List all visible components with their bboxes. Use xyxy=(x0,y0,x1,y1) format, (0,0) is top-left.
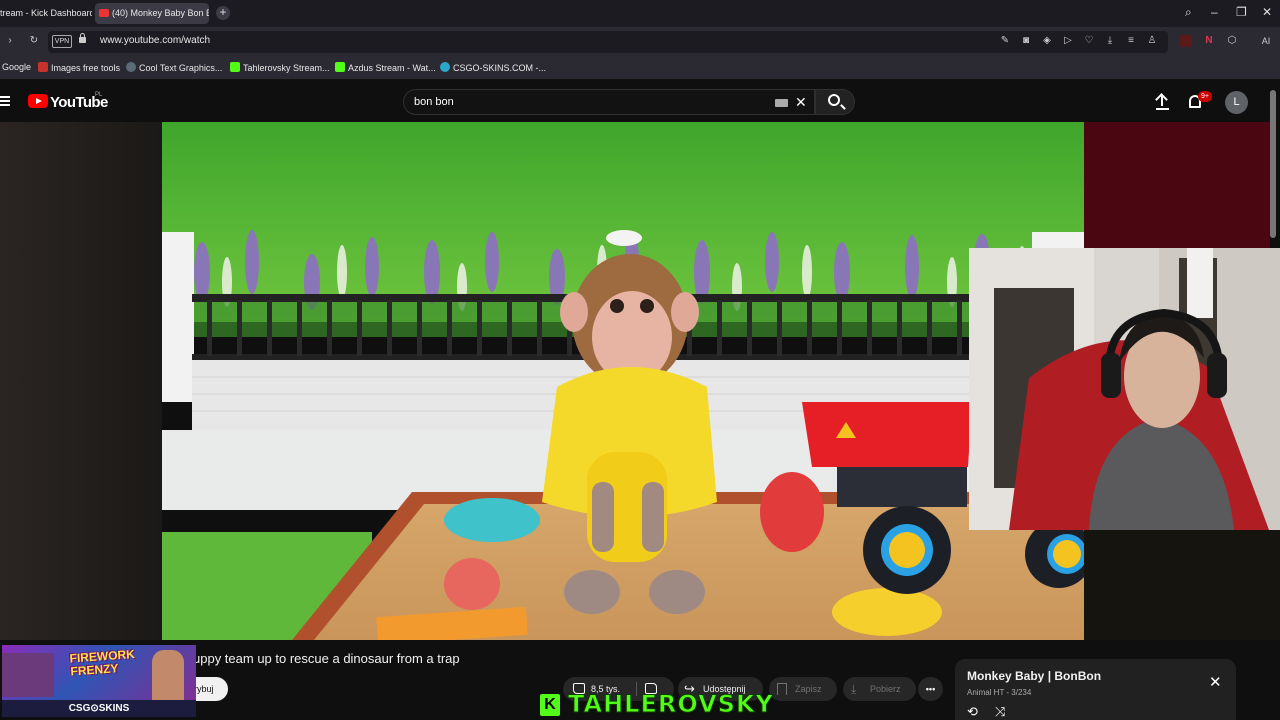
close-window-icon[interactable]: ✕ xyxy=(1262,5,1272,19)
more-actions-button[interactable]: ••• xyxy=(918,677,943,701)
shuffle-icon[interactable]: ⤨ xyxy=(995,704,1005,720)
search-button[interactable] xyxy=(815,89,855,115)
tab-kick-dashboard[interactable]: tream - Kick Dashboard xyxy=(0,3,92,24)
maximize-icon[interactable]: ❐ xyxy=(1236,5,1247,19)
bookmark-favicon-icon xyxy=(440,62,450,72)
streamer-name: TAHLEROVSKY xyxy=(568,690,774,719)
sponsor-art-text: FIREWORK FRENZY xyxy=(69,646,136,679)
shield-icon[interactable]: ◈ xyxy=(1041,35,1053,47)
bookmark-images-free-tools[interactable]: Images free tools xyxy=(38,62,120,73)
tab-label: tream - Kick Dashboard xyxy=(0,8,92,18)
hamburger-menu-icon[interactable] xyxy=(0,96,10,106)
menu-icon[interactable]: ≡ xyxy=(1125,35,1137,47)
edit-icon[interactable]: ✎ xyxy=(999,35,1011,47)
sponsor-overlay: FIREWORK FRENZY CSG⊙SKINS xyxy=(2,645,196,717)
bookmark-label: Tahlerovsky Stream... xyxy=(243,63,330,73)
youtube-favicon-icon xyxy=(99,9,109,17)
tab-label: (40) Monkey Baby Bon Bo xyxy=(112,8,209,18)
lock-icon[interactable] xyxy=(79,33,86,43)
playlist-title[interactable]: Monkey Baby | BonBon xyxy=(967,669,1101,683)
kick-favicon-icon xyxy=(230,62,240,72)
ambient-right-lower-panel xyxy=(1084,530,1280,640)
bookmark-label: Cool Text Graphics... xyxy=(139,63,223,73)
country-code: PL xyxy=(95,92,103,98)
playlist-panel: Monkey Baby | BonBon Animal HT - 3/234 ✕… xyxy=(955,659,1236,720)
video-player[interactable] xyxy=(162,122,1084,640)
webcam-image xyxy=(969,248,1280,530)
avatar[interactable]: L xyxy=(1225,91,1248,114)
address-toolbar: › ↻ VPN www.youtube.com/watch ✎ ◙ ◈ ▷ ♡ … xyxy=(0,27,1280,57)
bookmark-icon xyxy=(777,683,787,695)
search-query[interactable]: bon bon xyxy=(414,96,454,108)
sponsor-name: CSG⊙SKINS xyxy=(2,700,196,717)
search-tabs-icon[interactable]: ⌕ xyxy=(1185,5,1192,20)
youtube-header: YouTube PL bon bon ✕ 9+ L xyxy=(0,81,1280,122)
loop-icon[interactable]: ⟲ xyxy=(967,704,978,720)
bookmark-google[interactable]: Google xyxy=(2,62,31,72)
browser-tab-strip: tream - Kick Dashboard (40) Monkey Baby … xyxy=(0,0,1280,27)
kick-favicon-icon xyxy=(335,62,345,72)
reload-icon[interactable]: ↻ xyxy=(28,35,40,47)
artwork-building xyxy=(2,653,54,697)
video-frame-image xyxy=(162,122,1084,640)
playlist-subtitle: Animal HT - 3/234 xyxy=(967,688,1032,697)
bookmark-favicon-icon xyxy=(126,62,136,72)
forward-icon[interactable]: › xyxy=(4,35,16,47)
youtube-logo-icon[interactable] xyxy=(28,94,48,108)
download-button[interactable]: ⤓ Pobierz xyxy=(843,677,916,701)
bookmark-label: Google xyxy=(2,62,32,72)
play-icon[interactable]: ▷ xyxy=(1062,35,1074,47)
ai-button[interactable]: AI xyxy=(1254,35,1278,47)
kick-logo-icon: K xyxy=(540,694,560,716)
save-label: Zapisz xyxy=(795,684,822,694)
bookmark-label: Images free tools xyxy=(51,63,121,73)
vpn-badge[interactable]: VPN xyxy=(52,35,72,48)
bookmarks-bar: Google Images free tools Cool Text Graph… xyxy=(0,57,1280,80)
minimize-icon[interactable]: – xyxy=(1211,5,1218,19)
artwork-character xyxy=(152,650,184,700)
subscribe-button[interactable]: rybuj xyxy=(192,677,228,701)
keyboard-icon[interactable] xyxy=(775,99,788,107)
bookmark-azdus-stream[interactable]: Azdus Stream - Wat... xyxy=(335,62,436,73)
page-scrollbar[interactable] xyxy=(1270,90,1276,238)
new-tab-button[interactable]: + xyxy=(216,6,230,20)
camera-icon[interactable]: ◙ xyxy=(1020,35,1032,47)
search-input[interactable]: bon bon ✕ xyxy=(403,89,815,115)
heart-icon[interactable]: ♡ xyxy=(1083,35,1095,47)
download-icon[interactable]: ⤓ xyxy=(1104,35,1116,47)
search-icon xyxy=(828,94,840,106)
bookmark-label: Azdus Stream - Wat... xyxy=(348,63,436,73)
notification-badge: 9+ xyxy=(1198,91,1212,102)
extension-counter-icon[interactable] xyxy=(1180,35,1192,47)
video-title: uppy team up to rescue a dinosaur from a… xyxy=(193,651,460,666)
extension-n-icon[interactable]: N xyxy=(1203,35,1215,47)
download-label: Pobierz xyxy=(870,684,901,694)
close-icon[interactable]: ✕ xyxy=(1209,673,1222,691)
bookmark-csgo-skins[interactable]: CSGO-SKINS.COM -... xyxy=(440,62,546,73)
ambient-left-panel xyxy=(0,122,162,640)
bookmark-tahlerovsky-stream[interactable]: Tahlerovsky Stream... xyxy=(230,62,330,73)
bookmark-cool-text[interactable]: Cool Text Graphics... xyxy=(126,62,222,73)
upload-icon-base xyxy=(1156,108,1169,110)
download-icon: ⤓ xyxy=(851,682,857,696)
ai-label: AI xyxy=(1261,36,1271,46)
url-text[interactable]: www.youtube.com/watch xyxy=(100,35,210,46)
profile-icon[interactable]: ♙ xyxy=(1146,35,1158,47)
save-button[interactable]: Zapisz xyxy=(769,677,837,701)
tab-youtube-active[interactable]: (40) Monkey Baby Bon Bo xyxy=(95,3,209,24)
clear-search-icon[interactable]: ✕ xyxy=(795,94,807,111)
streamer-webcam-overlay xyxy=(969,248,1280,530)
ambient-right-panel xyxy=(1084,122,1270,248)
bookmark-favicon-icon xyxy=(38,62,48,72)
extensions-icon[interactable]: ⬡ xyxy=(1226,35,1238,47)
bookmark-label: CSGO-SKINS.COM -... xyxy=(453,63,547,73)
